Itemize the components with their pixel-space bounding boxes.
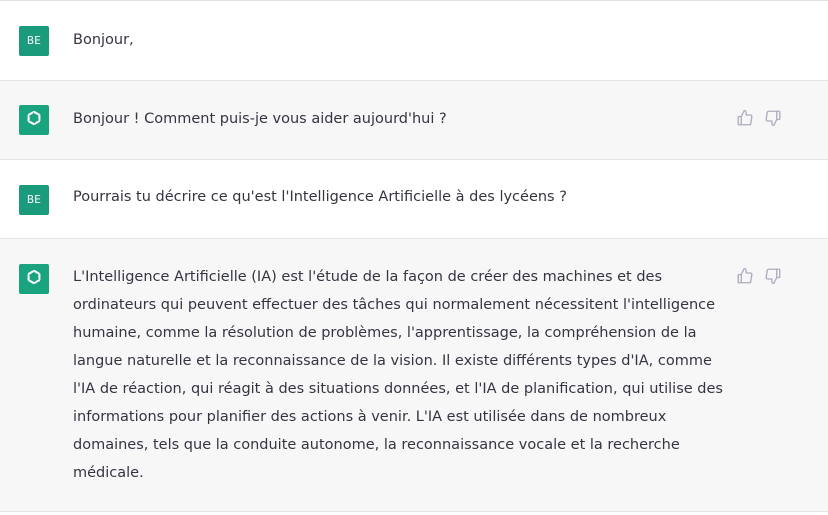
thumbs-down-icon[interactable] <box>764 109 782 127</box>
openai-logo-icon <box>24 108 44 132</box>
user-message-text: Pourrais tu décrire ce qu'est l'Intellig… <box>73 189 567 205</box>
user-avatar-initials: BE <box>26 35 42 47</box>
assistant-message-row: Bonjour ! Comment puis-je vous aider auj… <box>0 80 828 159</box>
user-avatar-initials: BE <box>26 194 42 206</box>
thumbs-up-icon[interactable] <box>736 267 754 285</box>
assistant-message-text: L'Intelligence Artificielle (IA) est l'é… <box>73 269 723 481</box>
user-avatar: BE <box>19 26 49 56</box>
thumbs-down-icon[interactable] <box>764 267 782 285</box>
user-message-row: BE Bonjour, <box>0 0 828 80</box>
feedback-actions <box>736 109 782 127</box>
user-avatar: BE <box>19 185 49 215</box>
openai-logo-icon <box>24 267 44 291</box>
assistant-message-text: Bonjour ! Comment puis-je vous aider auj… <box>73 111 447 127</box>
user-message-text: Bonjour, <box>73 32 134 48</box>
feedback-actions <box>736 267 782 285</box>
assistant-avatar <box>19 264 49 294</box>
assistant-avatar <box>19 105 49 135</box>
conversation-thread: BE Bonjour, Bonjour ! Comment puis-je vo… <box>0 0 828 515</box>
thumbs-up-icon[interactable] <box>736 109 754 127</box>
assistant-message-row: L'Intelligence Artificielle (IA) est l'é… <box>0 238 828 512</box>
user-message-row: BE Pourrais tu décrire ce qu'est l'Intel… <box>0 159 828 238</box>
